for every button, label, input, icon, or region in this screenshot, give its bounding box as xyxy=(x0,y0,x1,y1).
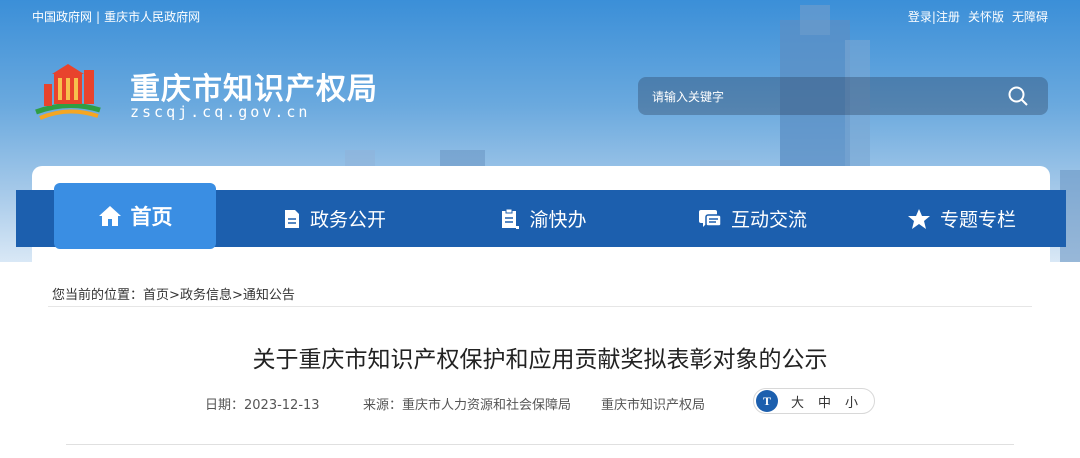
date-label: 日期： xyxy=(205,398,245,413)
article-title: 关于重庆市知识产权保护和应用贡献奖拟表彰对象的公示 xyxy=(252,347,828,373)
topbar-left-links: 中国政府网 | 重庆市人民政府网 xyxy=(32,8,200,25)
main-nav: 首页 政务公开 渝快办 互动交流 专题专栏 xyxy=(16,183,1066,249)
font-size-small-button[interactable]: 小 xyxy=(845,392,858,411)
font-size-large-button[interactable]: 大 xyxy=(791,392,804,411)
nav-item-special[interactable]: 专题专栏 xyxy=(857,190,1066,247)
document-icon xyxy=(284,209,299,228)
gov-portal-link[interactable]: 中国政府网 xyxy=(32,10,92,24)
divider xyxy=(48,306,1032,307)
article-source-secondary: 重庆市知识产权局 xyxy=(601,398,706,413)
search-icon[interactable] xyxy=(1008,86,1028,106)
cq-gov-link[interactable]: 重庆市人民政府网 xyxy=(104,10,200,24)
date-value: 2023-12-13 xyxy=(244,398,320,413)
breadcrumb-prefix: 您当前的位置： xyxy=(52,288,144,303)
star-icon xyxy=(907,208,930,229)
divider xyxy=(66,444,1014,445)
breadcrumb-notices[interactable]: 通知公告 xyxy=(243,288,295,303)
nav-item-label: 渝快办 xyxy=(529,209,587,231)
source-label: 来源： xyxy=(363,398,403,413)
site-logo[interactable] xyxy=(32,60,104,124)
home-icon xyxy=(98,206,121,226)
article-source: 来源：重庆市人力资源和社会保障局 xyxy=(363,394,571,413)
search-box xyxy=(638,77,1048,117)
font-size-control: T 大 中 小 xyxy=(753,388,875,414)
font-size-medium-button[interactable]: 中 xyxy=(818,392,831,411)
breadcrumb-separator: > xyxy=(231,288,243,303)
search-input[interactable] xyxy=(650,77,994,117)
content-area: 您当前的位置：首页>政务信息>通知公告 关于重庆市知识产权保护和应用贡献奖拟表彰… xyxy=(0,262,1080,458)
publish-date: 日期：2023-12-13 xyxy=(205,394,320,413)
care-mode-link[interactable]: 关怀版 xyxy=(968,8,1004,25)
nav-item-gov-affairs[interactable]: 政务公开 xyxy=(230,190,439,247)
chat-icon xyxy=(698,209,722,227)
nav-item-yukuaiban[interactable]: 渝快办 xyxy=(439,190,648,247)
site-title[interactable]: 重庆市知识产权局 xyxy=(130,64,378,108)
breadcrumb-home[interactable]: 首页 xyxy=(143,288,169,303)
nav-item-label: 互动交流 xyxy=(730,209,807,231)
nav-item-home[interactable]: 首页 xyxy=(54,183,216,249)
breadcrumb: 您当前的位置：首页>政务信息>通知公告 xyxy=(52,284,295,303)
site-domain: zscqj.cq.gov.cn xyxy=(130,103,311,121)
login-register-link[interactable]: 登录|注册 xyxy=(908,8,960,25)
nav-item-label: 政务公开 xyxy=(309,209,386,231)
clipboard-icon xyxy=(502,208,520,229)
nav-item-interaction[interactable]: 互动交流 xyxy=(648,190,857,247)
source-value: 重庆市人力资源和社会保障局 xyxy=(402,398,572,413)
topbar-separator: | xyxy=(96,10,101,24)
nav-item-label: 首页 xyxy=(130,205,173,229)
breadcrumb-gov-info[interactable]: 政务信息 xyxy=(180,288,232,303)
nav-item-label: 专题专栏 xyxy=(939,209,1016,231)
topbar-right-links: 登录|注册 关怀版 无障碍 xyxy=(908,8,1048,25)
font-size-icon: T xyxy=(756,390,778,412)
accessibility-link[interactable]: 无障碍 xyxy=(1012,8,1048,25)
breadcrumb-separator: > xyxy=(169,288,180,303)
